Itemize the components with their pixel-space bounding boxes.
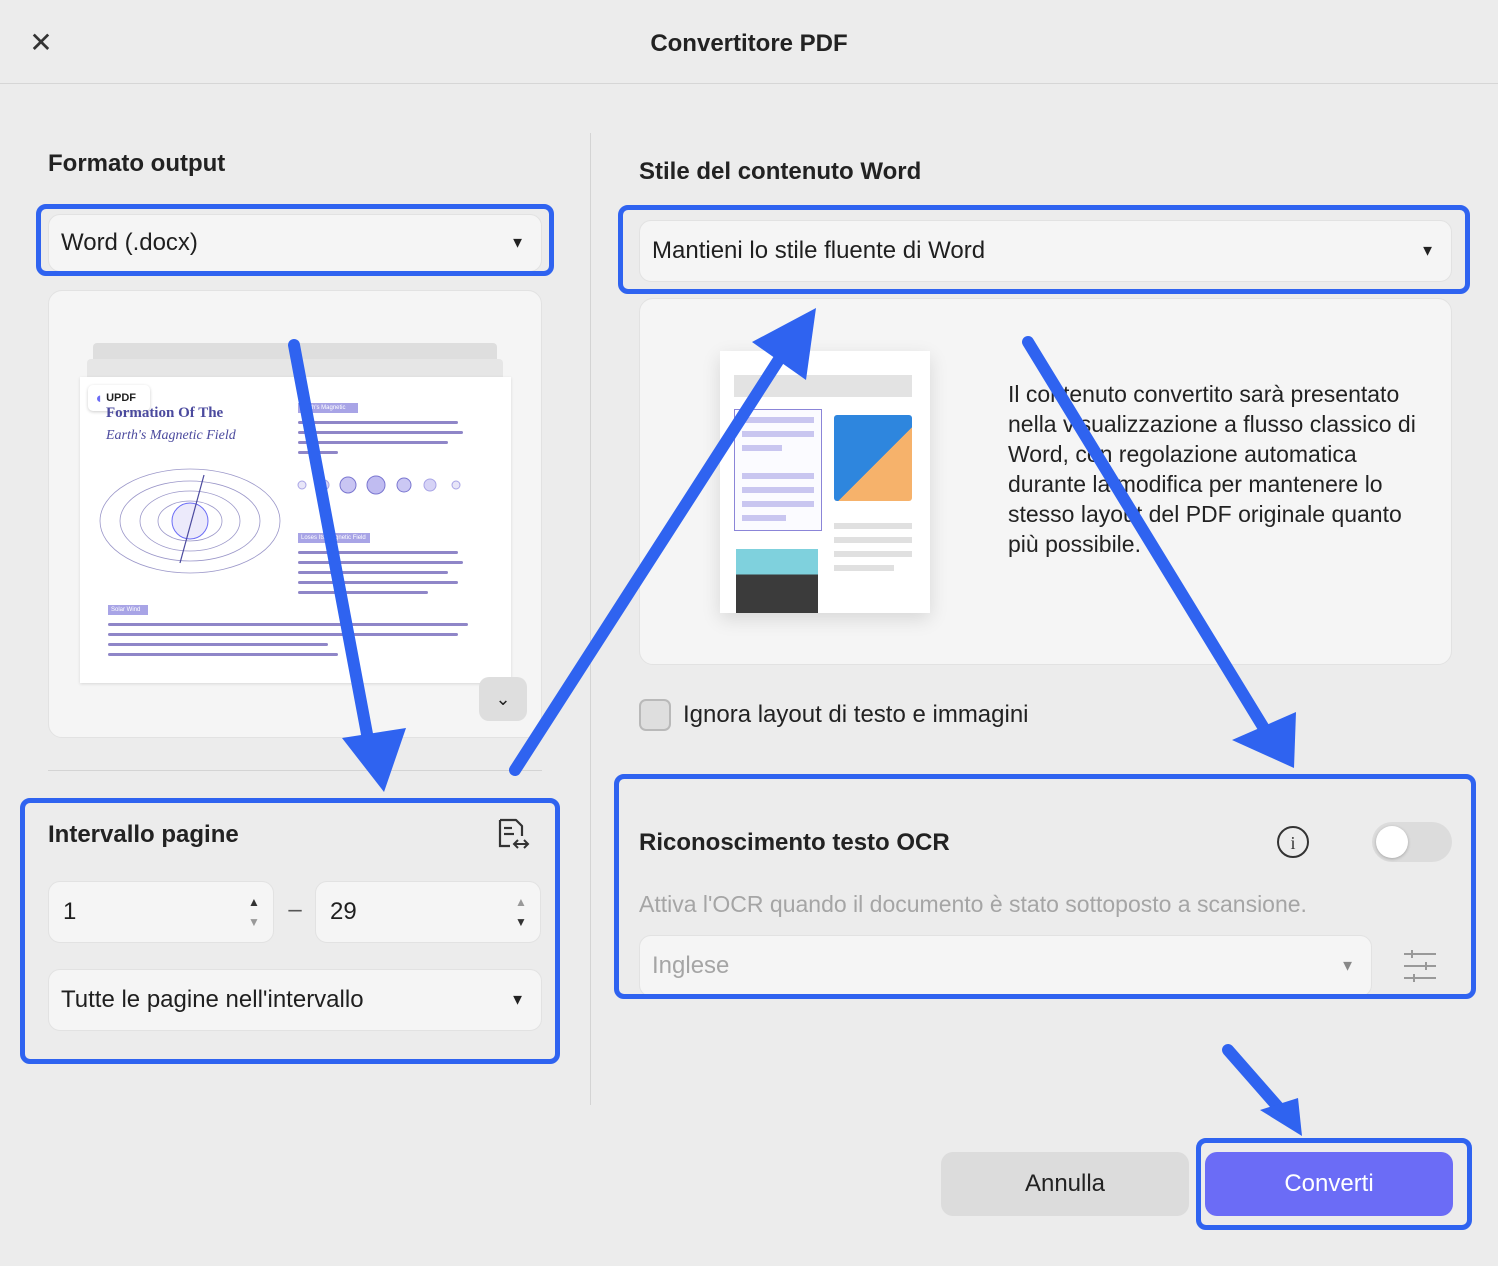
chevron-down-icon: ⌄ [495, 688, 511, 709]
caret-down-icon: ▼ [510, 991, 525, 1009]
magnetic-field-illustration [99, 468, 281, 574]
from-stepper-arrows[interactable]: ▲ ▼ [247, 892, 261, 932]
page-range-to-input[interactable]: 29 ▲ ▼ [315, 881, 541, 943]
word-style-select[interactable]: Mantieni lo stile fluente di Word ▼ [639, 220, 1452, 282]
page-range-label: Intervallo pagine [48, 821, 239, 848]
output-format-select[interactable]: Word (.docx) ▼ [48, 214, 542, 272]
caret-down-icon: ▼ [1340, 957, 1355, 975]
expand-preview-button[interactable]: ⌄ [479, 677, 527, 721]
page-range-mode-value: Tutte le pagine nell'intervallo [61, 986, 364, 1013]
ocr-label: Riconoscimento testo OCR [639, 829, 950, 856]
ocr-settings-sliders-icon[interactable] [1402, 948, 1438, 984]
ignore-layout-checkbox[interactable] [639, 699, 671, 731]
preview-badge-1: Earth's Magnetic [298, 403, 358, 413]
word-style-value: Mantieni lo stile fluente di Word [652, 237, 986, 264]
word-style-description: Il contenuto convertito sarà presentato … [1008, 381, 1416, 557]
column-divider [590, 133, 591, 1105]
ocr-language-value: Inglese [652, 952, 730, 979]
window-title: Convertitore PDF [650, 30, 848, 57]
planets-illustration [297, 475, 461, 495]
output-format-value: Word (.docx) [61, 229, 198, 256]
cancel-button[interactable]: Annulla [941, 1152, 1189, 1216]
page-range-from-value: 1 [63, 898, 77, 925]
ocr-toggle[interactable] [1372, 822, 1452, 862]
ocr-language-select[interactable]: Inglese ▼ [639, 935, 1372, 997]
range-separator: – [288, 896, 302, 923]
preview-badge-3: Solar Wind [108, 605, 148, 615]
page-range-from-input[interactable]: 1 ▲ ▼ [48, 881, 274, 943]
ignore-layout-label: Ignora layout di testo e immagini [683, 701, 1029, 728]
word-style-label: Stile del contenuto Word [639, 158, 922, 185]
page-range-to-value: 29 [330, 898, 357, 925]
caret-down-icon: ▼ [510, 234, 525, 252]
preview-card: ◖ UPDF Formation Of The Earth's Magnetic … [48, 290, 542, 738]
preview-doc-title-2: Earth's Magnetic Field [106, 428, 236, 443]
caret-down-icon: ▼ [1420, 242, 1435, 260]
output-format-label: Formato output [48, 150, 226, 177]
ocr-toggle-knob [1376, 826, 1408, 858]
word-style-card: Il contenuto convertito sarà presentato … [639, 298, 1452, 665]
page-range-swap-icon[interactable] [492, 814, 532, 854]
ocr-hint: Attiva l'OCR quando il documento è stato… [639, 891, 1307, 917]
flow-layout-illustration [720, 351, 930, 613]
info-icon[interactable]: i [1277, 826, 1309, 858]
preview-badge-2: Loses Its Magnetic Field [298, 533, 370, 543]
left-divider [48, 770, 542, 771]
convert-button[interactable]: Converti [1205, 1152, 1453, 1216]
page-range-mode-select[interactable]: Tutte le pagine nell'intervallo ▼ [48, 969, 542, 1031]
preview-page: ◖ UPDF Formation Of The Earth's Magnetic … [80, 377, 511, 683]
to-stepper-arrows[interactable]: ▲ ▼ [514, 892, 528, 932]
preview-doc-title-1: Formation Of The [106, 405, 224, 421]
